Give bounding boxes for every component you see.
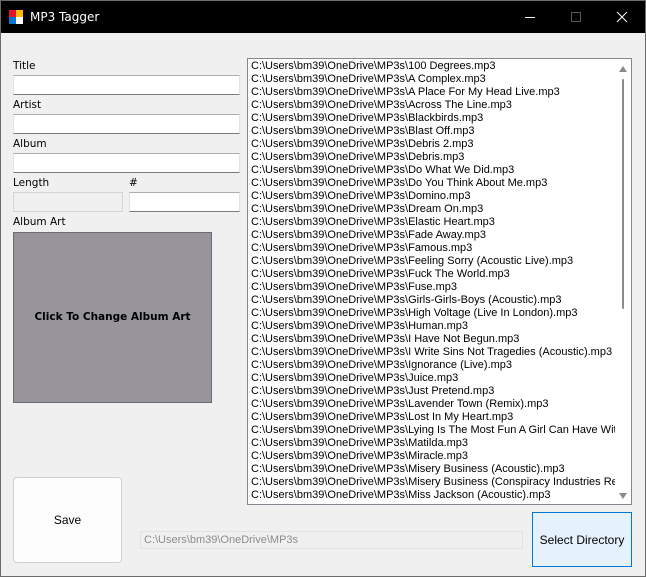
album-art-picture[interactable]: Click To Change Album Art — [13, 232, 212, 403]
directory-path-field: C:\Users\bm39\OneDrive\MP3s — [140, 531, 523, 549]
file-list-item[interactable]: C:\Users\bm39\OneDrive\MP3s\Feeling Sorr… — [251, 255, 617, 268]
file-list-item[interactable]: C:\Users\bm39\OneDrive\MP3s\Famous.mp3 — [251, 242, 617, 255]
file-list-item[interactable]: C:\Users\bm39\OneDrive\MP3s\Misery Busin… — [251, 463, 617, 476]
save-button[interactable]: Save — [13, 477, 122, 563]
file-list-item[interactable]: C:\Users\bm39\OneDrive\MP3s\I Write Sins… — [251, 346, 617, 359]
file-list-item[interactable]: C:\Users\bm39\OneDrive\MP3s\High Voltage… — [251, 307, 617, 320]
file-list-item[interactable]: C:\Users\bm39\OneDrive\MP3s\Blackbirds.m… — [251, 112, 617, 125]
file-list-item[interactable]: C:\Users\bm39\OneDrive\MP3s\Human.mp3 — [251, 320, 617, 333]
file-list-item[interactable]: C:\Users\bm39\OneDrive\MP3s\A Place For … — [251, 86, 617, 99]
file-list-item[interactable]: C:\Users\bm39\OneDrive\MP3s\Girls-Girls-… — [251, 294, 617, 307]
file-list-item[interactable]: C:\Users\bm39\OneDrive\MP3s\Debris 2.mp3 — [251, 138, 617, 151]
file-list-item[interactable]: C:\Users\bm39\OneDrive\MP3s\Across The L… — [251, 99, 617, 112]
file-list-item[interactable]: C:\Users\bm39\OneDrive\MP3s\Matilda.mp3 — [251, 437, 617, 450]
close-button[interactable] — [599, 1, 645, 33]
file-list-item[interactable]: C:\Users\bm39\OneDrive\MP3s\Misery Busin… — [251, 476, 617, 489]
scroll-down-arrow-icon[interactable] — [619, 493, 627, 499]
file-list-item[interactable]: C:\Users\bm39\OneDrive\MP3s\A Complex.mp… — [251, 73, 617, 86]
file-list-item[interactable]: C:\Users\bm39\OneDrive\MP3s\Miracle.mp3 — [251, 450, 617, 463]
length-field — [13, 192, 123, 212]
length-label: Length — [13, 177, 50, 189]
title-label: Title — [13, 60, 36, 72]
title-input[interactable] — [13, 75, 240, 95]
file-list-item[interactable]: C:\Users\bm39\OneDrive\MP3s\Dream On.mp3 — [251, 203, 617, 216]
minimize-icon — [525, 17, 535, 18]
artist-input[interactable] — [13, 114, 240, 134]
file-list-items: C:\Users\bm39\OneDrive\MP3s\100 Degrees.… — [251, 60, 617, 502]
file-list-item[interactable]: C:\Users\bm39\OneDrive\MP3s\Miss Jackson… — [251, 489, 617, 502]
list-scroll-thumb[interactable] — [622, 79, 624, 309]
track-number-input[interactable] — [129, 192, 240, 212]
mp3-tagger-window: MP3 Tagger Title Artist Album Length # A — [0, 0, 646, 577]
file-list-item[interactable]: C:\Users\bm39\OneDrive\MP3s\100 Degrees.… — [251, 60, 617, 73]
file-list-item[interactable]: C:\Users\bm39\OneDrive\MP3s\Do You Think… — [251, 177, 617, 190]
file-list-item[interactable]: C:\Users\bm39\OneDrive\MP3s\Lying Is The… — [251, 424, 617, 437]
file-list-item[interactable]: C:\Users\bm39\OneDrive\MP3s\Ignorance (L… — [251, 359, 617, 372]
file-listbox[interactable]: C:\Users\bm39\OneDrive\MP3s\100 Degrees.… — [247, 58, 632, 505]
app-grid-icon — [9, 10, 23, 24]
file-list-item[interactable]: C:\Users\bm39\OneDrive\MP3s\Fade Away.mp… — [251, 229, 617, 242]
select-directory-button[interactable]: Select Directory — [532, 512, 632, 567]
maximize-button[interactable] — [553, 1, 599, 33]
file-list-item[interactable]: C:\Users\bm39\OneDrive\MP3s\I Have Not B… — [251, 333, 617, 346]
minimize-button[interactable] — [507, 1, 553, 33]
file-list-item[interactable]: C:\Users\bm39\OneDrive\MP3s\Debris.mp3 — [251, 151, 617, 164]
file-list-item[interactable]: C:\Users\bm39\OneDrive\MP3s\Lost In My H… — [251, 411, 617, 424]
file-list-item[interactable]: C:\Users\bm39\OneDrive\MP3s\Lavender Tow… — [251, 398, 617, 411]
album-art-hint: Click To Change Album Art — [34, 311, 191, 323]
file-list-item[interactable]: C:\Users\bm39\OneDrive\MP3s\Fuck The Wor… — [251, 268, 617, 281]
artist-label: Artist — [13, 99, 42, 111]
title-bar[interactable]: MP3 Tagger — [1, 1, 645, 33]
album-input[interactable] — [13, 153, 240, 173]
file-list-item[interactable]: C:\Users\bm39\OneDrive\MP3s\Do What We D… — [251, 164, 617, 177]
file-list-item[interactable]: C:\Users\bm39\OneDrive\MP3s\Elastic Hear… — [251, 216, 617, 229]
scroll-up-arrow-icon[interactable] — [619, 66, 627, 72]
maximize-icon — [571, 12, 581, 22]
track-number-label: # — [129, 177, 138, 189]
album-art-label: Album Art — [13, 216, 66, 228]
file-list-item[interactable]: C:\Users\bm39\OneDrive\MP3s\Just Pretend… — [251, 385, 617, 398]
album-label: Album — [13, 138, 47, 150]
close-icon — [616, 11, 628, 23]
file-list-item[interactable]: C:\Users\bm39\OneDrive\MP3s\Blast Off.mp… — [251, 125, 617, 138]
window-title: MP3 Tagger — [30, 10, 100, 24]
file-list-item[interactable]: C:\Users\bm39\OneDrive\MP3s\Fuse.mp3 — [251, 281, 617, 294]
file-list-item[interactable]: C:\Users\bm39\OneDrive\MP3s\Domino.mp3 — [251, 190, 617, 203]
file-list-item[interactable]: C:\Users\bm39\OneDrive\MP3s\Juice.mp3 — [251, 372, 617, 385]
